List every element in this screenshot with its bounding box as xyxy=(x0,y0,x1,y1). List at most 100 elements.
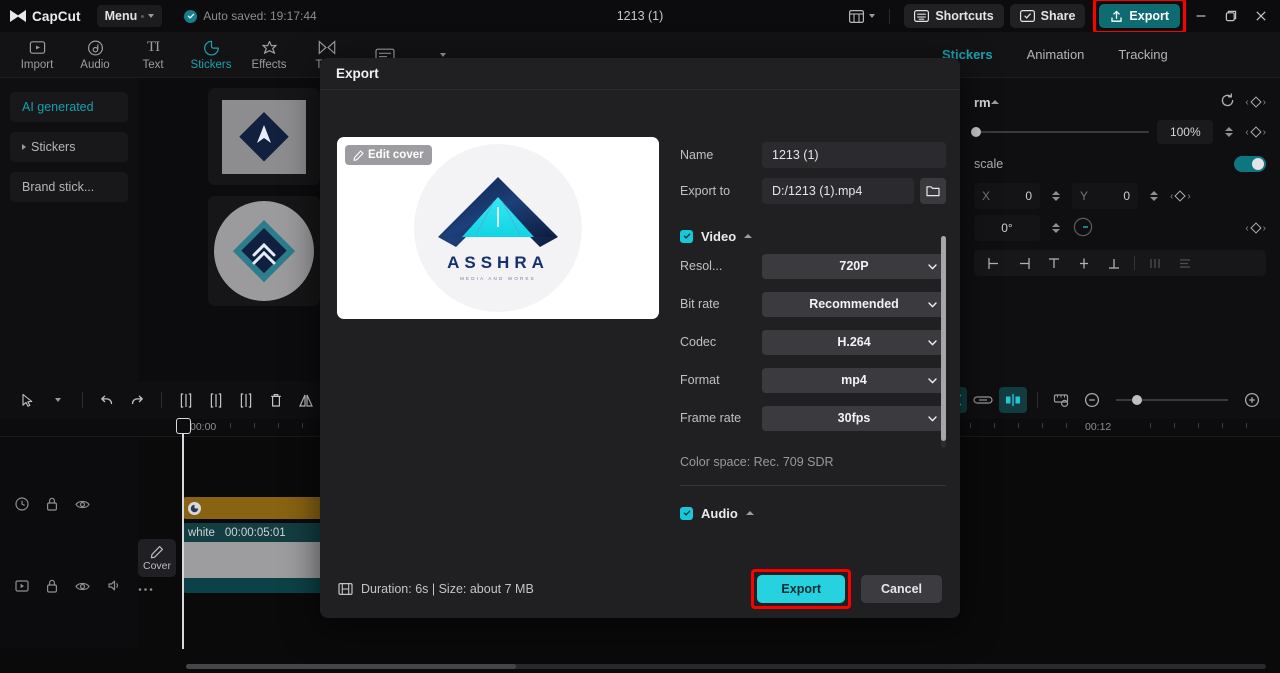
distribute-v-icon[interactable] xyxy=(1171,252,1199,274)
chevron-up-icon[interactable] xyxy=(744,234,753,238)
scrollbar-thumb[interactable] xyxy=(186,664,516,669)
scale-value[interactable]: 100% xyxy=(1157,120,1214,144)
codec-row: Codec H.264 xyxy=(680,323,946,361)
zoom-in-icon[interactable] xyxy=(1238,387,1266,413)
menu-button[interactable]: Menu xyxy=(96,5,163,27)
maximize-button[interactable] xyxy=(1216,3,1246,29)
export-info: Duration: 6s | Size: about 7 MB xyxy=(338,582,534,596)
keyframe-control[interactable]: ‹ › xyxy=(1245,96,1266,108)
share-button[interactable]: Share xyxy=(1009,4,1086,28)
layout-button[interactable] xyxy=(843,6,881,27)
align-bottom-icon[interactable] xyxy=(1100,252,1128,274)
undo-icon[interactable] xyxy=(93,387,121,413)
keyframe-control[interactable]: ‹ › xyxy=(1245,126,1266,138)
scale-slider[interactable] xyxy=(971,127,1150,137)
zoom-out-icon[interactable] xyxy=(1078,387,1106,413)
align-left-icon[interactable] xyxy=(980,252,1008,274)
volume-icon[interactable] xyxy=(107,579,121,597)
close-button[interactable] xyxy=(1246,3,1276,29)
position-y-field[interactable]: Y 0 xyxy=(1072,183,1138,209)
edit-cover-label: Edit cover xyxy=(368,149,424,161)
export-path-input[interactable]: D:/1213 (1).mp4 xyxy=(762,178,914,204)
align-center-h-icon[interactable] xyxy=(1010,252,1038,274)
audio-checkbox[interactable] xyxy=(680,506,693,520)
format-select[interactable]: mp4 xyxy=(762,367,946,393)
tab-text[interactable]: TI Text xyxy=(124,39,182,71)
scrollbar-thumb[interactable] xyxy=(941,236,946,441)
chevron-down-icon xyxy=(148,14,155,18)
sticker-card[interactable] xyxy=(208,196,320,306)
dialog-scrollbar[interactable] xyxy=(941,236,946,448)
keyframe-control[interactable]: ‹ › xyxy=(1170,190,1191,202)
ruler-icon[interactable] xyxy=(1048,387,1076,413)
export-confirm-button[interactable]: Export xyxy=(757,575,845,603)
export-button-top[interactable]: Export xyxy=(1099,4,1180,28)
more-icon[interactable] xyxy=(138,579,153,597)
sticker-thumb-circle xyxy=(214,201,314,301)
distribute-h-icon[interactable] xyxy=(1141,252,1169,274)
chevron-up-icon[interactable] xyxy=(745,511,754,515)
playhead-handle[interactable] xyxy=(176,418,191,434)
split-icon[interactable] xyxy=(172,387,200,413)
lock-icon[interactable] xyxy=(46,579,58,598)
resolution-select[interactable]: 720P xyxy=(762,253,946,279)
video-icon[interactable] xyxy=(15,579,29,597)
chevron-right-icon xyxy=(22,144,26,150)
redo-icon[interactable] xyxy=(123,387,151,413)
rotation-dial-icon[interactable] xyxy=(1072,216,1094,241)
tab-audio[interactable]: Audio xyxy=(66,39,124,71)
rotation-field[interactable]: 0° xyxy=(974,215,1040,241)
select-icon[interactable] xyxy=(14,387,42,413)
cover-button[interactable]: Cover xyxy=(138,539,176,577)
tab-import[interactable]: Import xyxy=(8,39,66,71)
keyframe-control[interactable]: ‹ › xyxy=(1245,222,1266,234)
bitrate-select[interactable]: Recommended xyxy=(762,291,946,317)
export-to-row: Export to D:/1213 (1).mp4 xyxy=(680,173,946,209)
reset-icon[interactable] xyxy=(1220,93,1235,111)
clock-icon[interactable] xyxy=(15,496,29,516)
align-center-v-icon[interactable] xyxy=(1070,252,1098,274)
position-y-stepper[interactable] xyxy=(1146,191,1162,201)
eye-icon[interactable] xyxy=(75,579,90,597)
tab-right-tracking[interactable]: Tracking xyxy=(1118,47,1167,62)
snap-icon[interactable] xyxy=(999,387,1027,413)
sticker-card[interactable] xyxy=(208,88,320,185)
codec-select[interactable]: H.264 xyxy=(762,329,946,355)
minimize-button[interactable] xyxy=(1186,3,1216,29)
shortcuts-button[interactable]: Shortcuts xyxy=(904,4,1004,28)
framerate-select[interactable]: 30fps xyxy=(762,405,946,431)
bitrate-value: Recommended xyxy=(809,297,899,311)
sidebar-item-stickers[interactable]: Stickers xyxy=(10,132,128,162)
delete-icon[interactable] xyxy=(262,387,290,413)
align-top-icon[interactable] xyxy=(1040,252,1068,274)
rotation-stepper[interactable] xyxy=(1048,223,1064,233)
link-icon[interactable] xyxy=(969,387,997,413)
eye-icon[interactable] xyxy=(75,497,90,515)
tab-stickers[interactable]: Stickers xyxy=(182,39,240,71)
scale-stepper[interactable] xyxy=(1221,127,1237,137)
tab-effects[interactable]: Effects xyxy=(240,39,298,71)
sidebar-item-brand-stickers[interactable]: Brand stick... xyxy=(10,172,128,202)
diamond-logo-icon xyxy=(239,111,289,161)
lock-icon[interactable] xyxy=(46,497,58,516)
chevron-down-icon[interactable] xyxy=(44,387,72,413)
edit-cover-button[interactable]: Edit cover xyxy=(345,145,432,165)
zoom-slider[interactable] xyxy=(1116,395,1228,405)
position-x-stepper[interactable] xyxy=(1048,191,1064,201)
cancel-button[interactable]: Cancel xyxy=(861,575,942,603)
split-left-icon[interactable] xyxy=(202,387,230,413)
video-section-label: Video xyxy=(701,228,737,244)
video-checkbox[interactable] xyxy=(680,229,693,243)
tab-right-animation[interactable]: Animation xyxy=(1027,47,1085,62)
tab-label: Audio xyxy=(80,58,110,71)
folder-browse-button[interactable] xyxy=(920,178,946,204)
cover-preview[interactable]: Edit cover ASSHRA MEDIA AND WORKS xyxy=(337,137,659,319)
split-right-icon[interactable] xyxy=(232,387,260,413)
scale-toggle[interactable] xyxy=(1234,156,1266,172)
sidebar-item-ai-generated[interactable]: AI generated xyxy=(10,92,128,122)
position-x-field[interactable]: X 0 xyxy=(974,183,1040,209)
name-input[interactable]: 1213 (1) xyxy=(762,142,946,168)
timeline-horizontal-scrollbar[interactable] xyxy=(186,664,1266,669)
mirror-icon[interactable] xyxy=(292,387,320,413)
chevron-down-icon xyxy=(928,259,937,273)
